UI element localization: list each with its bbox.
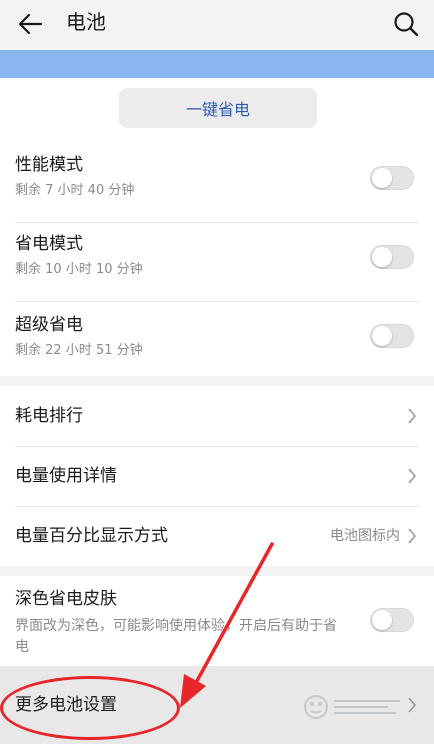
- mode-row-power-save[interactable]: 省电模式 剩余 10 小时 10 分钟: [0, 223, 434, 301]
- back-button[interactable]: [12, 6, 48, 42]
- dark-skin-label: 深色省电皮肤: [15, 589, 117, 609]
- menu-item-power-ranking[interactable]: 耗电排行: [0, 386, 434, 446]
- mode-label: 超级省电: [15, 315, 83, 335]
- more-battery-settings-row[interactable]: 更多电池设置: [0, 666, 434, 744]
- mode-label: 性能模式: [15, 155, 83, 175]
- mode-label: 省电模式: [15, 234, 83, 254]
- chevron-right-icon: [406, 406, 418, 426]
- dark-skin-description: 界面改为深色，可能影响使用体验，开启后有助于省电: [15, 618, 337, 655]
- power-save-mode-toggle[interactable]: [370, 245, 414, 269]
- mode-remaining-time: 剩余 10 小时 10 分钟: [15, 262, 143, 277]
- chevron-right-icon: [406, 695, 418, 715]
- mode-row-performance[interactable]: 性能模式 剩余 7 小时 40 分钟: [0, 144, 434, 222]
- battery-level-bar: [0, 50, 434, 78]
- menu-item-label: 电量百分比显示方式: [15, 526, 168, 546]
- toggle-knob: [372, 610, 392, 630]
- toggle-knob: [372, 168, 392, 188]
- chevron-right-icon: [406, 526, 418, 546]
- extra-settings-card: 深色省电皮肤 界面改为深色，可能影响使用体验，开启后有助于省电 更多电池设置: [0, 576, 434, 744]
- menu-item-label: 电量使用详情: [15, 466, 117, 486]
- percentage-display-value: 电池图标内: [330, 528, 400, 544]
- power-mode-card: 一键省电 性能模式 剩余 7 小时 40 分钟 省电模式 剩余 10 小时 10…: [0, 78, 434, 376]
- search-icon: [394, 12, 419, 37]
- super-save-mode-toggle[interactable]: [370, 324, 414, 348]
- chevron-right-icon: [406, 466, 418, 486]
- app-header: 电池: [0, 0, 434, 48]
- mode-remaining-time: 剩余 22 小时 51 分钟: [15, 343, 143, 358]
- more-settings-label: 更多电池设置: [15, 695, 117, 715]
- toggle-knob: [372, 326, 392, 346]
- mode-remaining-time: 剩余 7 小时 40 分钟: [15, 183, 135, 198]
- mode-row-super-save[interactable]: 超级省电 剩余 22 小时 51 分钟: [0, 302, 434, 376]
- toggle-knob: [372, 247, 392, 267]
- page-title: 电池: [66, 10, 106, 34]
- arrow-left-icon: [18, 13, 43, 35]
- menu-item-percentage-display[interactable]: 电量百分比显示方式 电池图标内: [0, 507, 434, 566]
- performance-mode-toggle[interactable]: [370, 166, 414, 190]
- one-key-power-save-button[interactable]: 一键省电: [119, 88, 317, 128]
- menu-item-label: 耗电排行: [15, 406, 83, 426]
- dark-skin-row[interactable]: 深色省电皮肤 界面改为深色，可能影响使用体验，开启后有助于省电: [0, 576, 434, 666]
- dark-skin-toggle[interactable]: [370, 608, 414, 632]
- search-button[interactable]: [388, 6, 424, 42]
- battery-menu-card: 耗电排行 电量使用详情 电量百分比显示方式 电池图标内: [0, 386, 434, 566]
- menu-item-usage-details[interactable]: 电量使用详情: [0, 447, 434, 506]
